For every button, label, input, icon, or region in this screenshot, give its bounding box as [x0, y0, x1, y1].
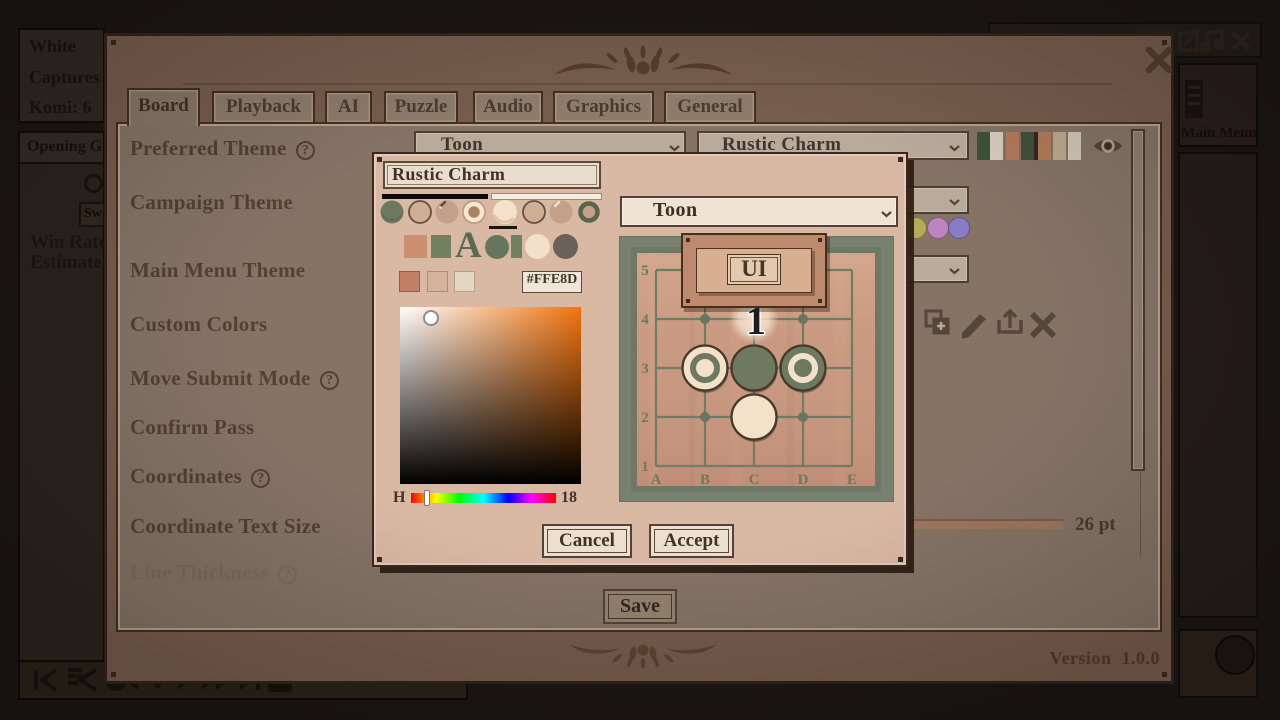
svg-text:4: 4 — [641, 312, 649, 328]
svg-text:3: 3 — [641, 361, 649, 377]
svg-text:B: B — [700, 472, 710, 488]
svg-text:D: D — [798, 472, 809, 488]
svg-text:C: C — [749, 472, 760, 488]
svg-text:1: 1 — [641, 459, 649, 475]
svg-text:5: 5 — [641, 263, 649, 279]
svg-text:A: A — [651, 472, 662, 488]
svg-text:E: E — [847, 472, 857, 488]
svg-text:2: 2 — [641, 410, 649, 426]
